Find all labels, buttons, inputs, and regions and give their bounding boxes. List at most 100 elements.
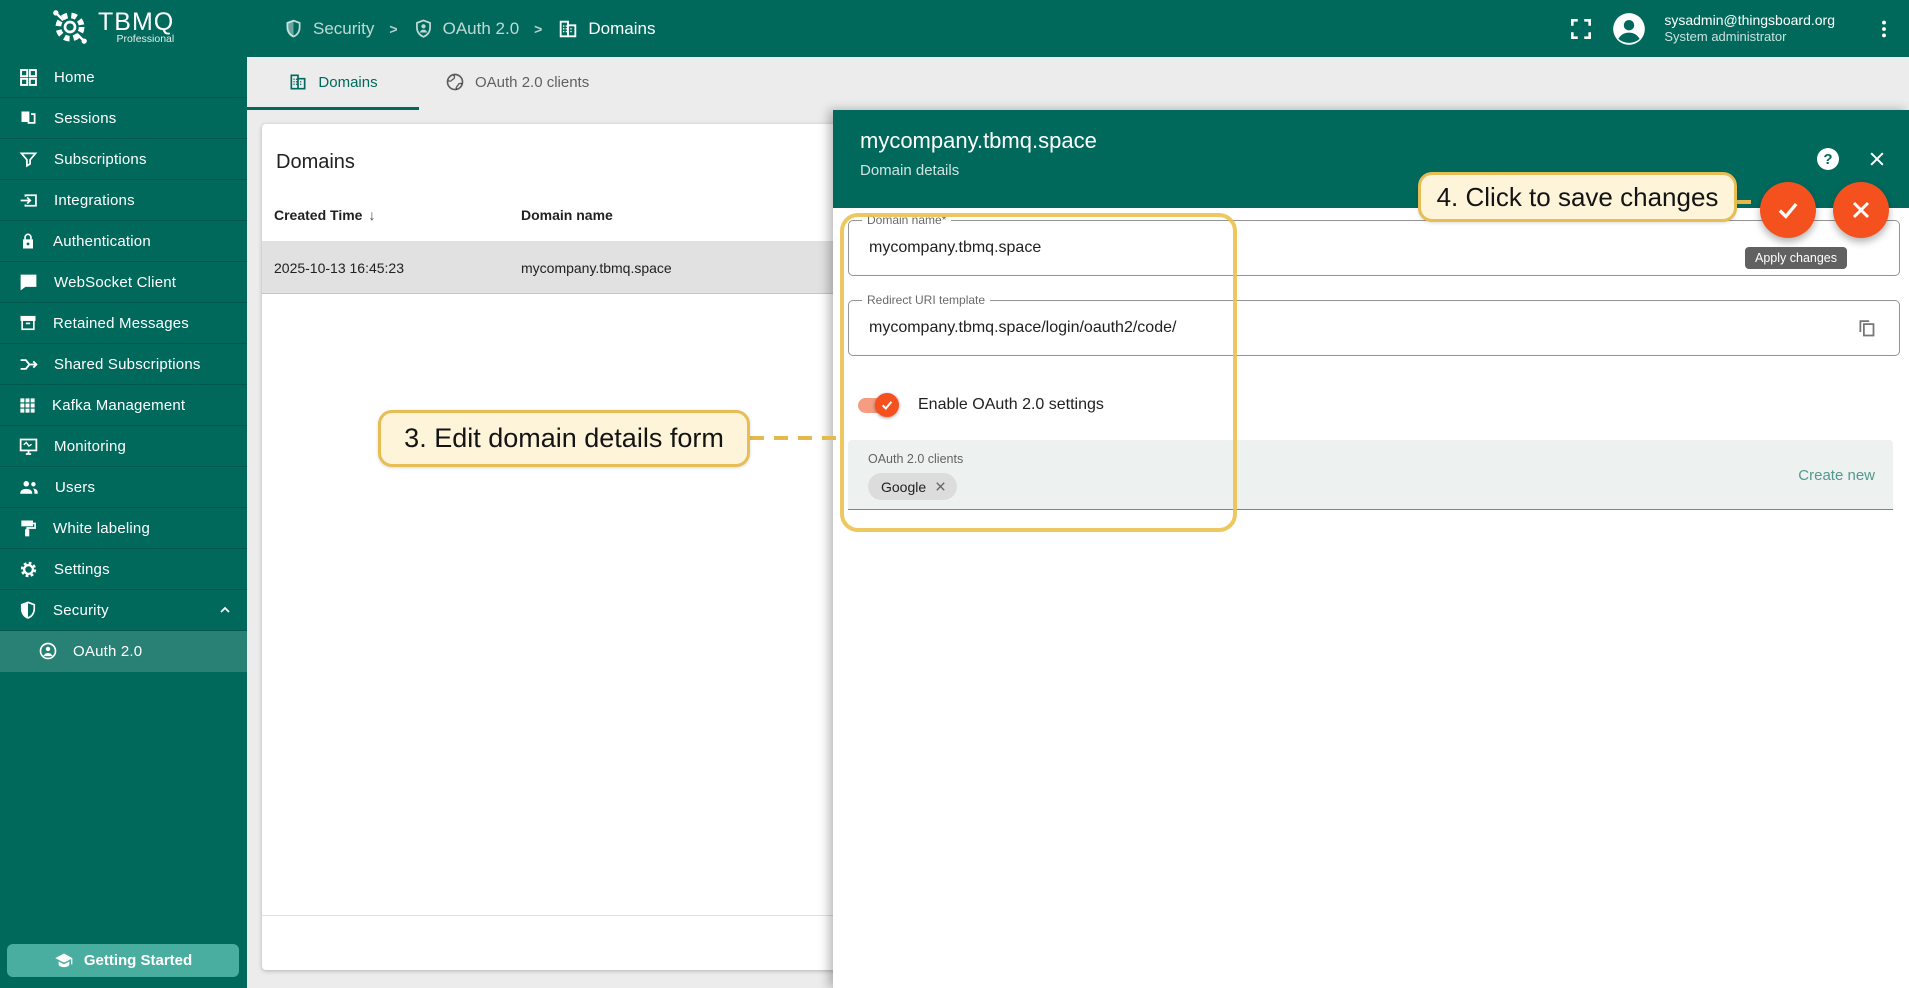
domain-icon	[557, 18, 579, 40]
sidebar-item-websocket-client[interactable]: WebSocket Client	[0, 262, 247, 303]
security-shield-icon	[18, 600, 38, 620]
breadcrumb-security[interactable]: Security	[283, 18, 374, 39]
oauth-clients-label: OAuth 2.0 clients	[868, 452, 964, 466]
sidebar-item-users[interactable]: Users	[0, 467, 247, 508]
sidebar-item-label: Shared Subscriptions	[54, 355, 201, 373]
sidebar-item-settings[interactable]: Settings	[0, 549, 247, 590]
lock-icon	[18, 231, 38, 251]
sidebar-item-label: Retained Messages	[53, 314, 189, 332]
archive-icon	[18, 313, 38, 333]
tbmq-logo[interactable]: TBMQ Professional	[50, 7, 174, 47]
domain-name-field: Domain name*	[848, 213, 1900, 276]
panel-title: mycompany.tbmq.space	[860, 128, 1097, 153]
monitor-icon	[18, 436, 39, 457]
sidebar-item-label: Settings	[54, 560, 110, 578]
domain-details-panel: mycompany.tbmq.space Domain details ? Ap…	[833, 110, 1909, 988]
top-bar: TBMQ Professional Security > OAuth 2.0 >…	[0, 0, 1909, 57]
breadcrumb-separator: >	[534, 20, 543, 37]
sidebar-item-label: Authentication	[53, 232, 151, 250]
enable-oauth-toggle[interactable]	[858, 392, 899, 417]
client-chip-google[interactable]: Google	[868, 473, 958, 500]
sidebar-item-integrations[interactable]: Integrations	[0, 180, 247, 221]
sidebar-item-label: WebSocket Client	[54, 273, 177, 291]
sidebar-item-sessions[interactable]: Sessions	[0, 98, 247, 139]
tutorial-step4-callout: 4. Click to save changes	[1418, 172, 1737, 222]
enable-oauth-toggle-row: Enable OAuth 2.0 settings	[858, 392, 1909, 417]
close-icon[interactable]	[1867, 149, 1887, 169]
dashboard-icon	[18, 67, 39, 88]
breadcrumb-separator: >	[389, 20, 398, 37]
sidebar-item-label: OAuth 2.0	[73, 642, 143, 660]
user-email: sysadmin@thingsboard.org	[1664, 12, 1835, 28]
sort-desc-icon[interactable]: ↓	[368, 207, 375, 223]
sidebar-item-monitoring[interactable]: Monitoring	[0, 426, 247, 467]
sidebar-item-label: Kafka Management	[52, 396, 186, 414]
sidebar-item-label: Home	[54, 68, 95, 86]
breadcrumb-domains: Domains	[557, 18, 655, 40]
graduation-cap-icon	[54, 951, 74, 971]
avatar[interactable]	[1610, 10, 1648, 48]
create-new-link[interactable]: Create new	[1798, 467, 1875, 484]
getting-started-label: Getting Started	[83, 952, 193, 969]
tutorial-step3-connector	[750, 436, 843, 440]
breadcrumb-oauth[interactable]: OAuth 2.0	[413, 18, 520, 39]
breadcrumb-label: OAuth 2.0	[442, 18, 520, 38]
check-icon	[1775, 197, 1801, 223]
breadcrumb-label: Domains	[588, 18, 656, 38]
cell-created-time: 2025-10-13 16:45:23	[274, 259, 404, 276]
tab-bar: Domains OAuth 2.0 clients	[247, 57, 1909, 110]
grid-icon	[18, 396, 37, 415]
tutorial-step4-connector	[1737, 200, 1761, 204]
breadcrumb: Security > OAuth 2.0 > Domains	[283, 0, 655, 57]
panel-body: Domain name* Redirect URI template	[833, 208, 1909, 988]
user-role: System administrator	[1664, 29, 1787, 44]
oauth-shield-icon	[413, 18, 434, 39]
sidebar-item-label: Subscriptions	[54, 150, 147, 168]
kebab-menu-icon[interactable]	[1873, 18, 1895, 40]
tutorial-step3-callout: 3. Edit domain details form	[378, 410, 750, 467]
call-split-icon	[18, 354, 39, 375]
sidebar-item-label: Sessions	[54, 109, 117, 127]
filter-icon	[18, 149, 39, 170]
getting-started-button[interactable]: Getting Started	[7, 944, 239, 977]
domain-name-input[interactable]	[849, 221, 1637, 275]
copy-icon[interactable]	[1856, 318, 1877, 339]
domain-name-label: Domain name*	[862, 213, 952, 227]
panel-header: mycompany.tbmq.space Domain details ?	[833, 110, 1909, 208]
help-icon[interactable]: ?	[1817, 148, 1839, 170]
sidebar-item-subscriptions[interactable]: Subscriptions	[0, 139, 247, 180]
tab-domains[interactable]: Domains	[247, 57, 419, 110]
toggle-label: Enable OAuth 2.0 settings	[918, 396, 1104, 413]
sidebar-item-kafka-management[interactable]: Kafka Management	[0, 385, 247, 426]
sessions-book-icon	[18, 108, 39, 129]
sidebar: Home Sessions Subscriptions Integrations…	[0, 57, 247, 988]
apply-changes-button[interactable]	[1760, 182, 1816, 238]
sidebar-item-label: Security	[53, 601, 109, 619]
sidebar-item-white-labeling[interactable]: White labeling	[0, 508, 247, 549]
tab-oauth-clients[interactable]: OAuth 2.0 clients	[419, 57, 615, 110]
chevron-up-icon	[217, 602, 233, 618]
discard-changes-button[interactable]	[1833, 182, 1889, 238]
input-icon	[18, 190, 39, 211]
column-created-time[interactable]: Created Time ↓	[274, 207, 521, 223]
redirect-uri-input[interactable]	[849, 301, 1637, 355]
tab-label: OAuth 2.0 clients	[475, 73, 590, 91]
sidebar-item-retained-messages[interactable]: Retained Messages	[0, 303, 247, 344]
globe-icon	[445, 72, 465, 92]
topbar-right: sysadmin@thingsboard.org System administ…	[1568, 0, 1895, 57]
shield-icon	[283, 18, 304, 39]
breadcrumb-label: Security	[313, 18, 375, 38]
user-info[interactable]: sysadmin@thingsboard.org System administ…	[1664, 12, 1835, 45]
sidebar-item-security[interactable]: Security	[0, 590, 247, 631]
redirect-uri-label: Redirect URI template	[862, 293, 991, 307]
oauth-person-icon	[38, 641, 58, 661]
sidebar-item-oauth[interactable]: OAuth 2.0	[0, 631, 247, 672]
format-paint-icon	[18, 518, 38, 538]
fullscreen-icon[interactable]	[1568, 16, 1594, 42]
sidebar-item-home[interactable]: Home	[0, 57, 247, 98]
sidebar-item-shared-subscriptions[interactable]: Shared Subscriptions	[0, 344, 247, 385]
tab-label: Domains	[318, 73, 378, 91]
sidebar-item-authentication[interactable]: Authentication	[0, 221, 247, 262]
panel-subtitle: Domain details	[860, 162, 960, 179]
chip-remove-icon[interactable]	[933, 479, 948, 494]
